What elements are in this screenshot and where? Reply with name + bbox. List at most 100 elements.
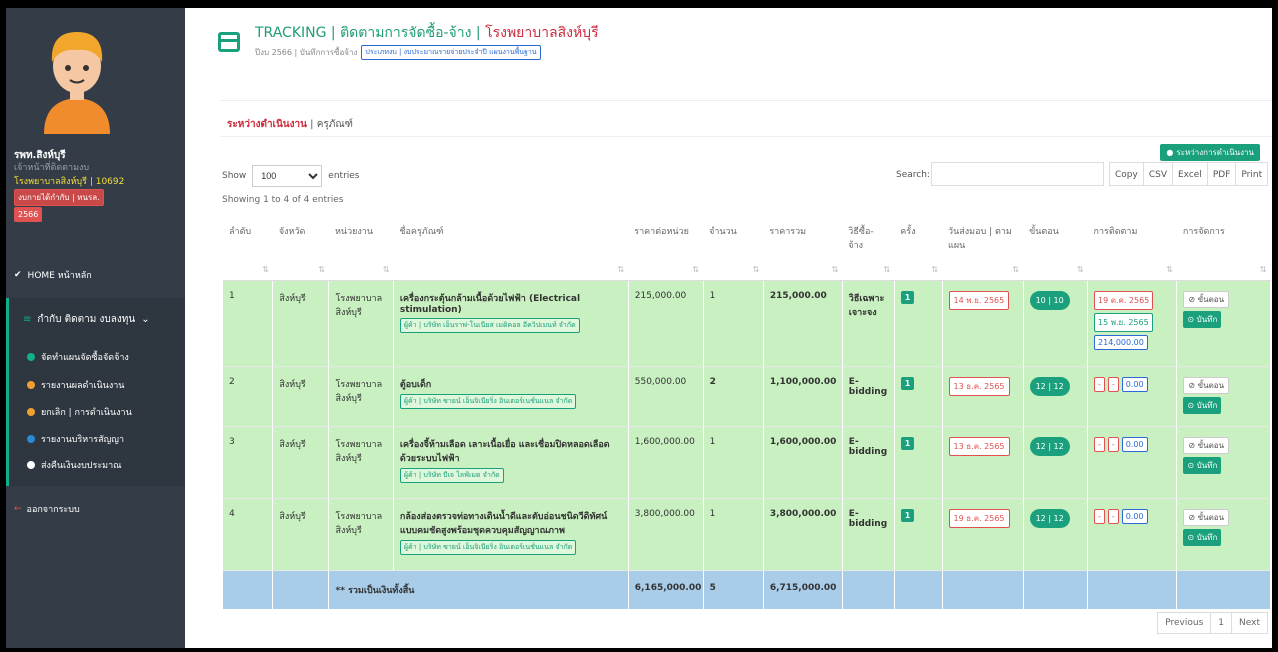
page-subtitle-text: ปีงบ 2566 | บันทึกการซื้อจ้าง (255, 48, 358, 57)
save-button[interactable]: ⊙ บันทึก (1183, 528, 1222, 546)
round-badge: 1 (900, 290, 915, 304)
menu-item-plan[interactable]: จัดทำแผนจัดซื้อจัดจ้าง (27, 350, 129, 364)
tracking-date-1: - (1094, 508, 1105, 524)
cell-no: 4 (223, 498, 274, 571)
status-step-button[interactable]: ⊘ ขั้นตอน (1183, 290, 1230, 308)
cell-total: 215,000.00 (763, 280, 843, 367)
col-header-label: การจัดการ (1182, 227, 1225, 237)
cell-manage: ⊘ ขั้นตอน ⊙ บันทึก (1176, 280, 1271, 367)
col-header-qty[interactable]: จำนวน ⇅ (703, 216, 764, 281)
cell-round: 1 (894, 366, 943, 427)
col-header-total[interactable]: ราคารวม ⇅ (763, 216, 843, 281)
delivery-date: 14 พ.ย. 2565 (948, 290, 1010, 310)
col-header-tracking[interactable]: การติดตาม ⇅ (1087, 216, 1177, 281)
export-buttons: Copy CSV Excel PDF Print (1109, 162, 1269, 186)
col-header-unit-price[interactable]: ราคาต่อหน่วย ⇅ (628, 216, 704, 281)
save-button[interactable]: ⊙ บันทึก (1183, 396, 1222, 414)
entries-control: Show 100 entries (222, 165, 360, 187)
col-header-no[interactable]: ลำดับ ⇅ (223, 216, 273, 281)
search-input[interactable] (931, 162, 1104, 186)
page-title: TRACKING | ติดตามการจัดซื้อ-จ้าง | โรงพย… (255, 22, 599, 44)
section-title: ระหว่างดำเนินงาน | ครุภัณฑ์ (227, 117, 353, 132)
menu-home[interactable]: ✔ HOME หน้าหลัก (14, 268, 92, 282)
section-title-status: ระหว่างดำเนินงาน (227, 119, 307, 130)
page-title-org: โรงพยาบาลสิงห์บุรี (485, 25, 599, 41)
pdf-button[interactable]: PDF (1208, 163, 1237, 185)
menu-logout[interactable]: ← ออกจากระบบ (14, 502, 80, 516)
menu-main-investment[interactable]: ≡ กำกับ ติดตาม งบลงทุน ⌄ (23, 312, 150, 327)
save-button[interactable]: ⊙ บันทึก (1183, 310, 1222, 328)
save-button[interactable]: ⊙ บันทึก (1183, 456, 1222, 474)
col-header-label: วันส่งมอบ | ตามแผน (948, 227, 1012, 251)
cell-step: 12 | 12 (1023, 426, 1089, 499)
cell-method: E-bidding (842, 426, 895, 499)
cell-manage: ⊘ ขั้นตอน ⊙ บันทึก (1176, 426, 1271, 499)
show-label: Show (222, 171, 247, 181)
menu-main-label: กำกับ ติดตาม งบลงทุน (37, 314, 136, 325)
table-total-row: ** รวมเป็นเงินทั้งสิ้น 6,165,000.00 5 6,… (223, 570, 1271, 609)
col-header-item[interactable]: ชื่อครุภัณฑ์ ⇅ (393, 216, 629, 281)
cell-manage: ⊘ ขั้นตอน ⊙ บันทึก (1176, 366, 1271, 427)
menu-item-report[interactable]: รายงานผลดำเนินงาน (27, 378, 124, 392)
bullet-icon (27, 461, 35, 469)
col-header-round[interactable]: ครั้ง ⇅ (894, 216, 943, 281)
sort-icon: ⇅ (318, 264, 325, 274)
copy-button[interactable]: Copy (1110, 163, 1144, 185)
status-step-button[interactable]: ⊘ ขั้นตอน (1183, 436, 1230, 454)
entries-select[interactable]: 100 (252, 165, 323, 187)
menu-item-cancel[interactable]: ยกเลิก | การดำเนินงาน (27, 405, 132, 419)
excel-button[interactable]: Excel (1173, 163, 1208, 185)
sort-icon: ⇅ (617, 264, 625, 274)
col-header-delivery[interactable]: วันส่งมอบ | ตามแผน ⇅ (942, 216, 1024, 281)
save-label: บันทึก (1196, 460, 1218, 470)
bullet-icon (27, 353, 35, 361)
step-pill: 10 | 10 (1029, 290, 1070, 310)
sort-icon: ⇅ (1012, 264, 1020, 274)
col-header-label: ราคารวม (769, 227, 807, 237)
showing-info: Showing 1 to 4 of 4 entries (222, 195, 344, 205)
print-button[interactable]: Print (1236, 163, 1267, 185)
menu-item-label: ส่งคืนเงินงบประมาณ (41, 461, 122, 471)
col-header-manage[interactable]: การจัดการ ⇅ (1176, 216, 1271, 281)
status-step-button[interactable]: ⊘ ขั้นตอน (1183, 376, 1230, 394)
col-header-method[interactable]: วิธีซื้อ-จ้าง ⇅ (842, 216, 895, 281)
item-name: กล้องส่องตรวจท่อทางเดินน้ำดีและตับอ่อนชน… (399, 511, 608, 536)
menu-item-contract[interactable]: รายงานบริหารสัญญา (27, 432, 124, 446)
sort-icon: ⇅ (1166, 264, 1173, 274)
cell-item: ตู้อบเด็ก ผู้ค้า | บริษัท ซายน์ เอ็นจิเนี… (393, 366, 629, 427)
col-header-step[interactable]: ขั้นตอน ⇅ (1023, 216, 1088, 281)
in-progress-button[interactable]: ● ระหว่างการดำเนินงาน (1160, 144, 1260, 161)
tracking-amount: 0.00 (1121, 508, 1148, 524)
entries-label: entries (328, 171, 360, 181)
step-pill: 12 | 12 (1029, 376, 1070, 396)
tracking-date-2: - (1107, 508, 1119, 524)
sort-icon: ⇅ (1259, 264, 1267, 274)
tracking-date-2: 15 พ.ย. 2565 (1094, 312, 1153, 332)
cell-empty (1087, 570, 1178, 609)
cell-price: 3,800,000.00 (628, 498, 704, 571)
check-circle-icon: ✔ (14, 270, 22, 280)
step-pill: 12 | 12 (1029, 508, 1070, 528)
menu-logout-label: ออกจากระบบ (26, 505, 80, 515)
page-1-button[interactable]: 1 (1211, 613, 1233, 633)
tracking-date-1: - (1094, 436, 1105, 452)
cell-price: 215,000.00 (628, 280, 704, 367)
cell-step: 12 | 12 (1023, 366, 1089, 427)
csv-button[interactable]: CSV (1144, 163, 1173, 185)
previous-button[interactable]: Previous (1158, 613, 1212, 633)
budget-badge: งบกายได้กำกับ | ทนรล. (14, 189, 104, 206)
col-header-province[interactable]: จังหวัด ⇅ (272, 216, 329, 281)
tracking-date-2: - (1107, 376, 1119, 392)
status-step-label: ขั้นตอน (1197, 294, 1225, 304)
cell-round: 1 (894, 280, 943, 367)
cell-item: เครื่องกระตุ้นกล้ามเนื้อด้วยไฟฟ้า (Elect… (393, 280, 629, 367)
cell-empty (894, 570, 943, 609)
supplier-tag: ผู้ค้า | บริษัท บีเจ ไลฟ์เมด จำกัด (399, 467, 504, 483)
cell-tracking: - -0.00 (1087, 498, 1178, 571)
col-header-unit[interactable]: หน่วยงาน ⇅ (328, 216, 394, 281)
next-button[interactable]: Next (1232, 613, 1267, 633)
menu-item-refund[interactable]: ส่งคืนเงินงบประมาณ (27, 458, 122, 472)
divider (221, 136, 1272, 137)
status-step-button[interactable]: ⊘ ขั้นตอน (1183, 508, 1230, 526)
col-header-label: การติดตาม (1093, 227, 1138, 237)
